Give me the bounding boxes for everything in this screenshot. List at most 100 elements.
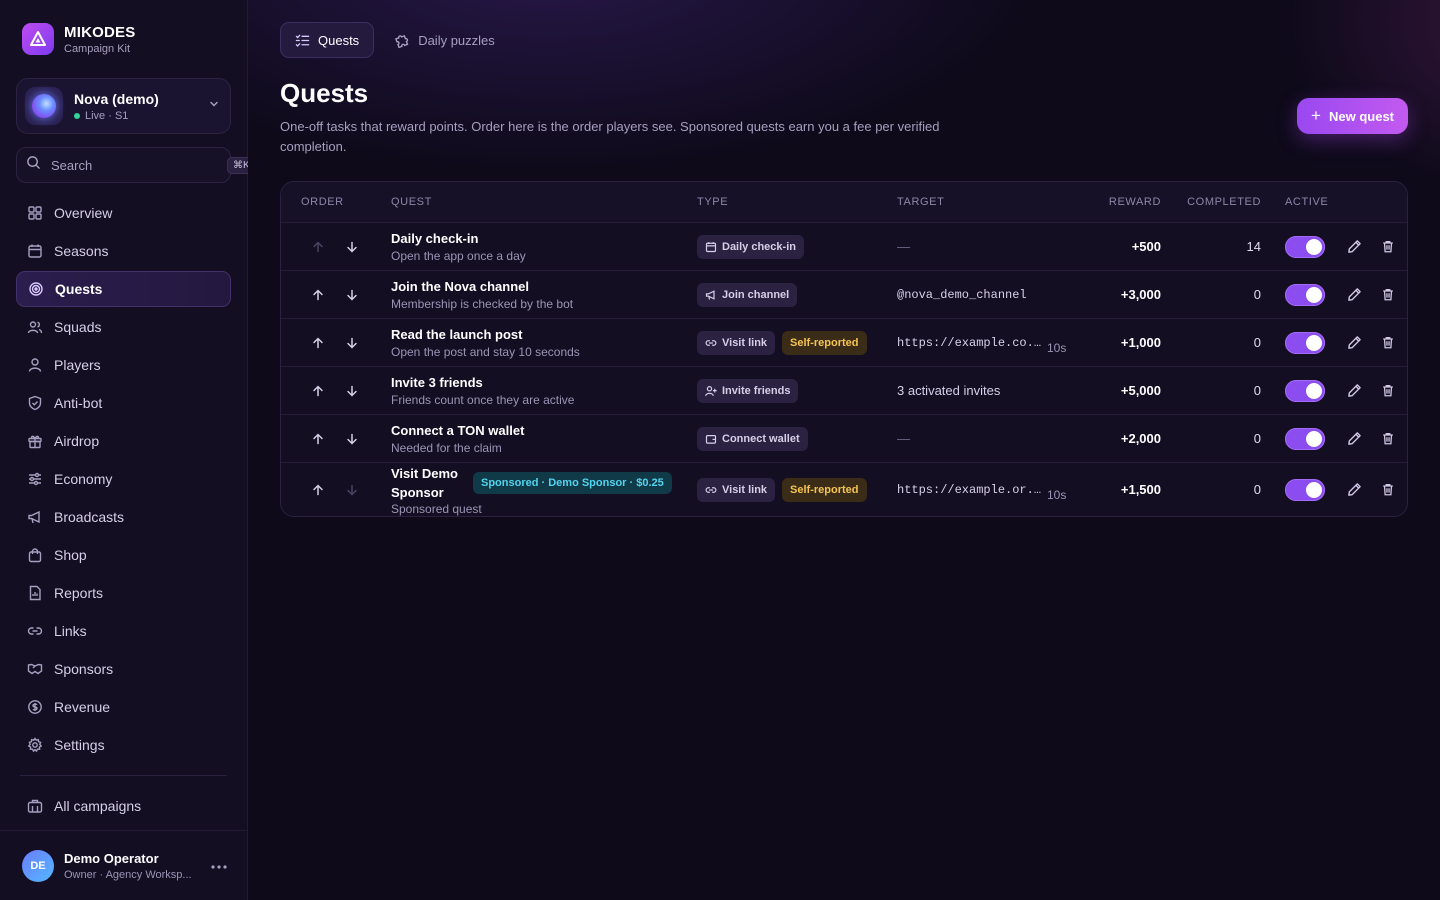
- brand-name: MIKODES: [64, 23, 136, 41]
- trash-icon: [1381, 335, 1395, 350]
- type-cell: Visit link Self-reported: [697, 477, 897, 502]
- type-cell: Connect wallet: [697, 426, 897, 451]
- user-role: Owner · Agency Worksp...: [64, 868, 192, 881]
- grid-icon: [26, 204, 44, 222]
- tab-label: Daily puzzles: [418, 32, 495, 48]
- pencil-icon: [1347, 482, 1362, 497]
- nav-item-reports[interactable]: Reports: [16, 575, 231, 611]
- workspace-avatar: [25, 87, 63, 125]
- active-toggle[interactable]: [1285, 427, 1325, 450]
- active-toggle[interactable]: [1285, 331, 1325, 354]
- nav-item-all-campaigns[interactable]: All campaigns: [16, 788, 231, 824]
- quest-target: 3 activated invites: [897, 383, 1001, 398]
- nav-item-airdrop[interactable]: Airdrop: [16, 423, 231, 459]
- quest-completed: 0: [1253, 430, 1261, 446]
- move-up-button[interactable]: [301, 483, 335, 497]
- edit-button[interactable]: [1337, 431, 1371, 446]
- nav-item-economy[interactable]: Economy: [16, 461, 231, 497]
- quest-title: Connect a TON wallet: [391, 422, 525, 438]
- user-profile[interactable]: DE Demo Operator Owner · Agency Worksp..…: [0, 830, 247, 900]
- edit-button[interactable]: [1337, 383, 1371, 398]
- arrow-down-icon: [345, 384, 359, 398]
- move-down-button[interactable]: [335, 336, 369, 350]
- workspace-switcher[interactable]: Nova (demo) Live · S1: [16, 78, 231, 134]
- delete-button[interactable]: [1371, 431, 1405, 446]
- quest-target: https://example.co...: [897, 335, 1047, 350]
- move-up-button[interactable]: [301, 384, 335, 398]
- table-row: Invite 3 friends Friends count once they…: [281, 366, 1407, 414]
- table-row: Join the Nova channel Membership is chec…: [281, 270, 1407, 318]
- target-cell: @nova_demo_channel: [897, 288, 1047, 302]
- search-input[interactable]: [51, 157, 227, 173]
- table-row: Connect a TON wallet Needed for the clai…: [281, 414, 1407, 462]
- delete-button[interactable]: [1371, 335, 1405, 350]
- nav-item-players[interactable]: Players: [16, 347, 231, 383]
- nav-item-seasons[interactable]: Seasons: [16, 233, 231, 269]
- more-icon[interactable]: [211, 857, 227, 875]
- quest-subtitle: Friends count once they are active: [391, 392, 575, 407]
- quest-cell: Connect a TON wallet Needed for the clai…: [391, 423, 697, 455]
- quest-cell: Daily check-in Open the app once a day: [391, 231, 697, 263]
- nav-item-settings[interactable]: Settings: [16, 727, 231, 763]
- brand-logo-icon: [22, 23, 54, 55]
- edit-button[interactable]: [1337, 239, 1371, 254]
- move-down-button[interactable]: [335, 240, 369, 254]
- tab-daily-puzzles[interactable]: Daily puzzles: [380, 22, 509, 58]
- new-quest-button[interactable]: + New quest: [1297, 98, 1408, 134]
- nav-item-shop[interactable]: Shop: [16, 537, 231, 573]
- column-header-type: Type: [697, 196, 729, 208]
- nav-item-broadcasts[interactable]: Broadcasts: [16, 499, 231, 535]
- nav-label: Squads: [54, 319, 102, 335]
- user-icon: [26, 356, 44, 374]
- workspace-name: Nova (demo): [74, 90, 159, 107]
- delete-button[interactable]: [1371, 239, 1405, 254]
- nav-item-quests[interactable]: Quests: [16, 271, 231, 307]
- calendar-icon: [705, 241, 717, 253]
- nav-item-links[interactable]: Links: [16, 613, 231, 649]
- delete-button[interactable]: [1371, 482, 1405, 497]
- edit-button[interactable]: [1337, 335, 1371, 350]
- nav-item-anti-bot[interactable]: Anti-bot: [16, 385, 231, 421]
- search-box[interactable]: ⌘K: [16, 147, 256, 183]
- active-toggle[interactable]: [1285, 379, 1325, 402]
- quest-reward: +2,000: [1120, 430, 1161, 446]
- nav-item-sponsors[interactable]: Sponsors: [16, 651, 231, 687]
- quest-cell: Visit Demo Sponsor Sponsored · Demo Spon…: [391, 464, 697, 516]
- link-icon: [26, 622, 44, 640]
- quest-target: —: [897, 431, 910, 446]
- move-up-button[interactable]: [301, 288, 335, 302]
- active-toggle[interactable]: [1285, 283, 1325, 306]
- table-row: Read the launch post Open the post and s…: [281, 318, 1407, 366]
- edit-button[interactable]: [1337, 482, 1371, 497]
- brand[interactable]: MIKODES Campaign Kit: [16, 0, 231, 78]
- quest-target: —: [897, 239, 910, 254]
- column-header-reward: Reward: [1108, 196, 1161, 208]
- delete-button[interactable]: [1371, 383, 1405, 398]
- arrow-up-icon: [311, 432, 325, 446]
- nav-item-revenue[interactable]: Revenue: [16, 689, 231, 725]
- calendar-icon: [26, 242, 44, 260]
- active-toggle[interactable]: [1285, 478, 1325, 501]
- active-toggle[interactable]: [1285, 235, 1325, 258]
- quest-subtitle: Membership is checked by the bot: [391, 296, 574, 311]
- move-up-button[interactable]: [301, 432, 335, 446]
- delete-button[interactable]: [1371, 287, 1405, 302]
- megaphone-icon: [26, 508, 44, 526]
- avatar: DE: [22, 849, 54, 882]
- nav-item-squads[interactable]: Squads: [16, 309, 231, 345]
- move-down-button[interactable]: [335, 288, 369, 302]
- dollar-icon: [26, 698, 44, 716]
- type-badge: Daily check-in: [697, 234, 804, 259]
- move-up-button[interactable]: [301, 336, 335, 350]
- live-dot-icon: [74, 112, 80, 119]
- nav-item-overview[interactable]: Overview: [16, 195, 231, 231]
- quest-cell: Join the Nova channel Membership is chec…: [391, 279, 697, 311]
- edit-button[interactable]: [1337, 287, 1371, 302]
- move-down-button[interactable]: [335, 384, 369, 398]
- quest-subtitle: Open the app once a day: [391, 248, 526, 263]
- tab-label: Quests: [318, 32, 360, 48]
- quest-completed: 14: [1246, 238, 1261, 254]
- move-down-button[interactable]: [335, 432, 369, 446]
- gear-icon: [26, 736, 44, 754]
- tab-quests[interactable]: Quests: [280, 22, 375, 58]
